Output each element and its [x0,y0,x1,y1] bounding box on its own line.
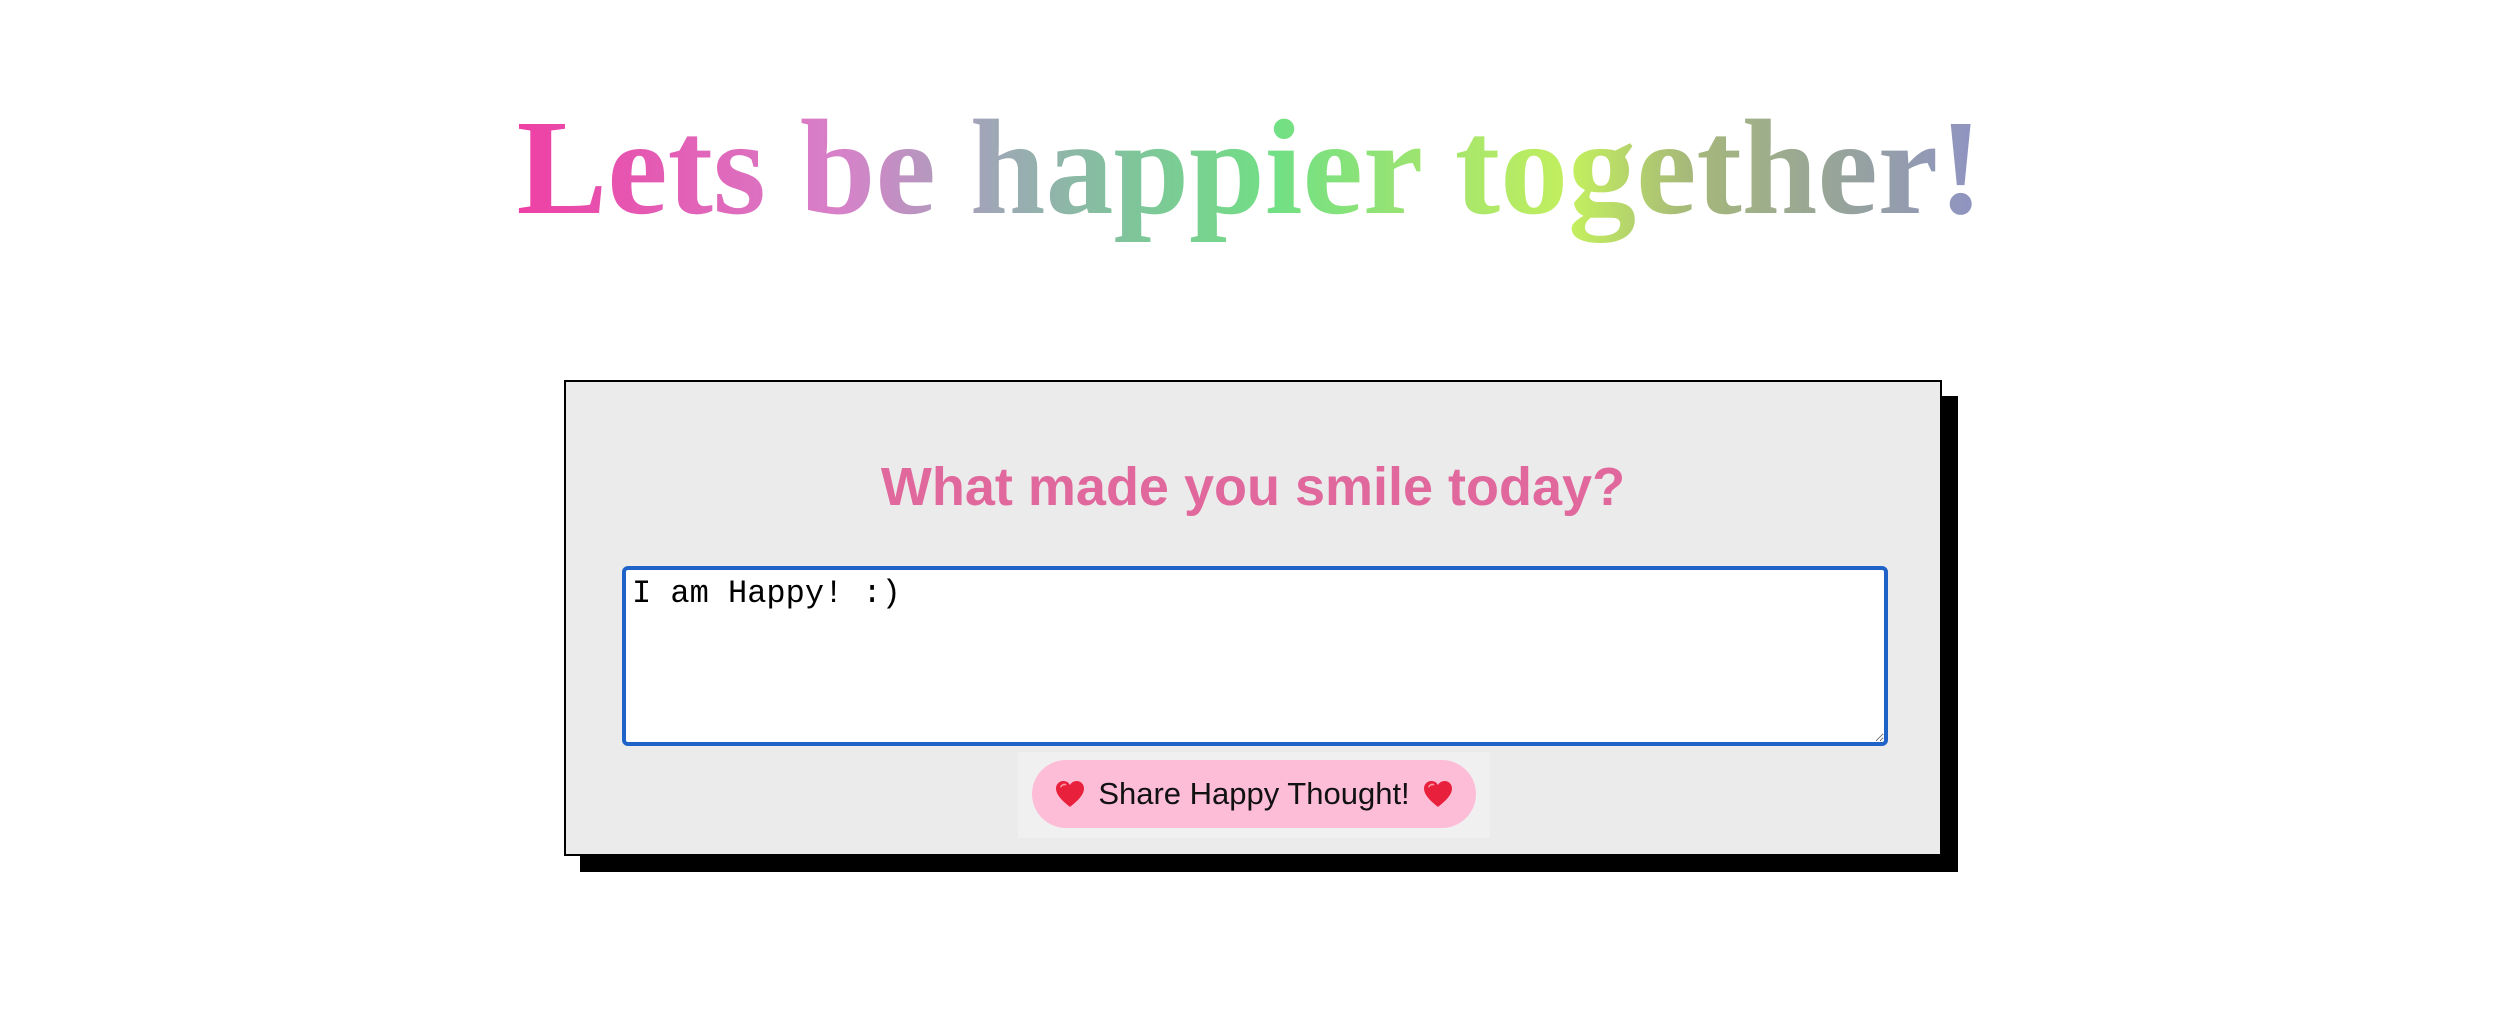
happy-thought-input[interactable]: I am Happy! :) [622,566,1888,746]
happy-thought-form: What made you smile today? I am Happy! :… [564,380,1942,856]
heart-icon [1423,781,1452,807]
heart-icon [1056,781,1085,807]
share-button-label: Share Happy Thought! [1098,776,1410,811]
form-heading: What made you smile today? [880,457,1626,517]
page-title: Lets be happier together! [0,88,2500,248]
share-happy-thought-button[interactable]: Share Happy Thought! [1032,760,1476,828]
page-title-text: Lets be happier together! [516,93,1984,243]
share-button-container: Share Happy Thought! [1018,752,1490,838]
